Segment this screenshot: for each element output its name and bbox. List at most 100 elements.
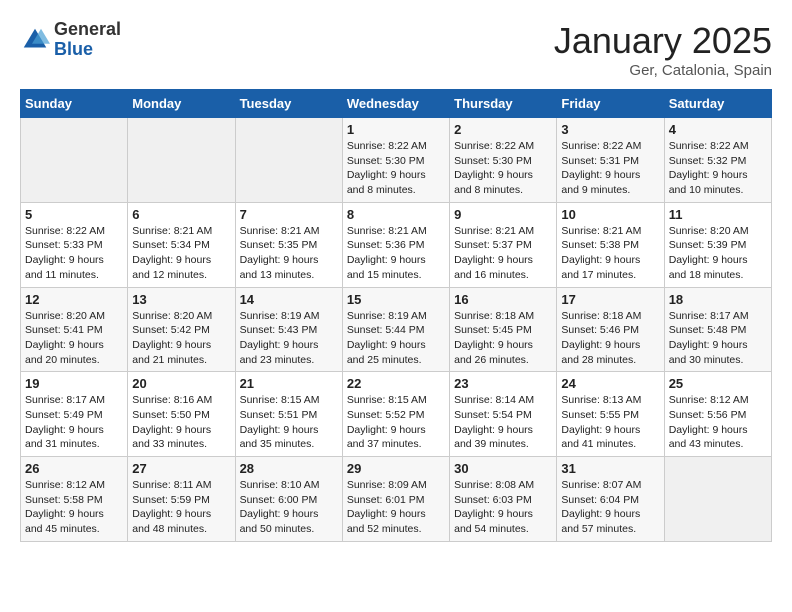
calendar-cell: 20 Sunrise: 8:16 AM Sunset: 5:50 PM Dayli… [128, 372, 235, 457]
day-number: 9 [454, 207, 552, 222]
calendar-cell: 18Sunrise: 8:17 AM Sunset: 5:48 PM Dayli… [664, 287, 771, 372]
day-info: Sunrise: 8:10 AM Sunset: 6:00 PM Dayligh… [240, 478, 338, 537]
day-info: Sunrise: 8:21 AM Sunset: 5:37 PM Dayligh… [454, 224, 552, 283]
calendar-table: SundayMondayTuesdayWednesdayThursdayFrid… [20, 89, 772, 542]
day-number: 12 [25, 292, 123, 307]
day-number: 21 [240, 376, 338, 391]
day-info: Sunrise: 8:16 AM Sunset: 5:50 PM Dayligh… [132, 393, 230, 452]
calendar-week-row: 19 Sunrise: 8:17 AM Sunset: 5:49 PM Dayli… [21, 372, 772, 457]
calendar-header-row: SundayMondayTuesdayWednesdayThursdayFrid… [21, 90, 772, 118]
day-number: 25 [669, 376, 767, 391]
calendar-cell: 9 Sunrise: 8:21 AM Sunset: 5:37 PM Daylig… [450, 202, 557, 287]
calendar-cell [128, 118, 235, 203]
calendar-cell: 2 Sunrise: 8:22 AM Sunset: 5:30 PM Daylig… [450, 118, 557, 203]
weekday-header: Wednesday [342, 90, 449, 118]
day-number: 14 [240, 292, 338, 307]
logo-general-text: General [54, 20, 121, 40]
calendar-cell: 4Sunrise: 8:22 AM Sunset: 5:32 PM Daylig… [664, 118, 771, 203]
calendar-cell: 6 Sunrise: 8:21 AM Sunset: 5:34 PM Daylig… [128, 202, 235, 287]
day-number: 17 [561, 292, 659, 307]
logo-blue-text: Blue [54, 40, 121, 60]
weekday-header: Monday [128, 90, 235, 118]
day-number: 27 [132, 461, 230, 476]
calendar-cell: 17 Sunrise: 8:18 AM Sunset: 5:46 PM Dayli… [557, 287, 664, 372]
calendar-cell: 11 Sunrise: 8:20 AM Sunset: 5:39 PM Dayli… [664, 202, 771, 287]
day-number: 30 [454, 461, 552, 476]
day-number: 3 [561, 122, 659, 137]
day-number: 28 [240, 461, 338, 476]
day-number: 6 [132, 207, 230, 222]
calendar-cell: 25 Sunrise: 8:12 AM Sunset: 5:56 PM Dayli… [664, 372, 771, 457]
day-number: 11 [669, 207, 767, 222]
calendar-cell: 10Sunrise: 8:21 AM Sunset: 5:38 PM Dayli… [557, 202, 664, 287]
day-info: Sunrise: 8:15 AM Sunset: 5:51 PM Dayligh… [240, 393, 338, 452]
day-number: 23 [454, 376, 552, 391]
day-info: Sunrise: 8:20 AM Sunset: 5:42 PM Dayligh… [132, 309, 230, 368]
day-info: Sunrise: 8:21 AM Sunset: 5:35 PM Dayligh… [240, 224, 338, 283]
calendar-cell: 26 Sunrise: 8:12 AM Sunset: 5:58 PM Dayli… [21, 457, 128, 542]
calendar-cell: 8Sunrise: 8:21 AM Sunset: 5:36 PM Daylig… [342, 202, 449, 287]
day-number: 2 [454, 122, 552, 137]
calendar-cell: 1Sunrise: 8:22 AM Sunset: 5:30 PM Daylig… [342, 118, 449, 203]
title-block: January 2025 Ger, Catalonia, Spain [554, 20, 772, 79]
calendar-cell: 12 Sunrise: 8:20 AM Sunset: 5:41 PM Dayli… [21, 287, 128, 372]
day-number: 7 [240, 207, 338, 222]
day-info: Sunrise: 8:19 AM Sunset: 5:43 PM Dayligh… [240, 309, 338, 368]
month-title: January 2025 [554, 20, 772, 62]
calendar-cell: 31 Sunrise: 8:07 AM Sunset: 6:04 PM Dayli… [557, 457, 664, 542]
weekday-header: Sunday [21, 90, 128, 118]
calendar-cell: 29Sunrise: 8:09 AM Sunset: 6:01 PM Dayli… [342, 457, 449, 542]
day-number: 16 [454, 292, 552, 307]
calendar-cell: 13 Sunrise: 8:20 AM Sunset: 5:42 PM Dayli… [128, 287, 235, 372]
day-info: Sunrise: 8:20 AM Sunset: 5:41 PM Dayligh… [25, 309, 123, 368]
calendar-cell: 15 Sunrise: 8:19 AM Sunset: 5:44 PM Dayli… [342, 287, 449, 372]
day-info: Sunrise: 8:21 AM Sunset: 5:34 PM Dayligh… [132, 224, 230, 283]
day-info: Sunrise: 8:11 AM Sunset: 5:59 PM Dayligh… [132, 478, 230, 537]
calendar-cell [664, 457, 771, 542]
calendar-cell: 30 Sunrise: 8:08 AM Sunset: 6:03 PM Dayli… [450, 457, 557, 542]
day-info: Sunrise: 8:17 AM Sunset: 5:49 PM Dayligh… [25, 393, 123, 452]
day-info: Sunrise: 8:22 AM Sunset: 5:30 PM Dayligh… [454, 139, 552, 198]
day-info: Sunrise: 8:12 AM Sunset: 5:56 PM Dayligh… [669, 393, 767, 452]
weekday-header: Friday [557, 90, 664, 118]
day-info: Sunrise: 8:22 AM Sunset: 5:32 PM Dayligh… [669, 139, 767, 198]
day-info: Sunrise: 8:22 AM Sunset: 5:33 PM Dayligh… [25, 224, 123, 283]
day-info: Sunrise: 8:14 AM Sunset: 5:54 PM Dayligh… [454, 393, 552, 452]
day-number: 18 [669, 292, 767, 307]
day-number: 10 [561, 207, 659, 222]
day-number: 26 [25, 461, 123, 476]
calendar-cell: 14 Sunrise: 8:19 AM Sunset: 5:43 PM Dayli… [235, 287, 342, 372]
weekday-header: Saturday [664, 90, 771, 118]
day-info: Sunrise: 8:09 AM Sunset: 6:01 PM Dayligh… [347, 478, 445, 537]
calendar-cell: 5Sunrise: 8:22 AM Sunset: 5:33 PM Daylig… [21, 202, 128, 287]
location: Ger, Catalonia, Spain [554, 62, 772, 79]
day-number: 20 [132, 376, 230, 391]
day-info: Sunrise: 8:22 AM Sunset: 5:31 PM Dayligh… [561, 139, 659, 198]
day-number: 24 [561, 376, 659, 391]
day-info: Sunrise: 8:12 AM Sunset: 5:58 PM Dayligh… [25, 478, 123, 537]
calendar-cell: 3 Sunrise: 8:22 AM Sunset: 5:31 PM Daylig… [557, 118, 664, 203]
day-number: 15 [347, 292, 445, 307]
calendar-cell: 19 Sunrise: 8:17 AM Sunset: 5:49 PM Dayli… [21, 372, 128, 457]
day-info: Sunrise: 8:18 AM Sunset: 5:46 PM Dayligh… [561, 309, 659, 368]
calendar-cell: 24Sunrise: 8:13 AM Sunset: 5:55 PM Dayli… [557, 372, 664, 457]
day-info: Sunrise: 8:21 AM Sunset: 5:36 PM Dayligh… [347, 224, 445, 283]
logo: General Blue [20, 20, 121, 60]
day-number: 31 [561, 461, 659, 476]
day-info: Sunrise: 8:15 AM Sunset: 5:52 PM Dayligh… [347, 393, 445, 452]
calendar-week-row: 1Sunrise: 8:22 AM Sunset: 5:30 PM Daylig… [21, 118, 772, 203]
calendar-cell: 23 Sunrise: 8:14 AM Sunset: 5:54 PM Dayli… [450, 372, 557, 457]
calendar-cell [235, 118, 342, 203]
calendar-week-row: 5Sunrise: 8:22 AM Sunset: 5:33 PM Daylig… [21, 202, 772, 287]
calendar-week-row: 26 Sunrise: 8:12 AM Sunset: 5:58 PM Dayli… [21, 457, 772, 542]
weekday-header: Thursday [450, 90, 557, 118]
day-info: Sunrise: 8:07 AM Sunset: 6:04 PM Dayligh… [561, 478, 659, 537]
day-info: Sunrise: 8:19 AM Sunset: 5:44 PM Dayligh… [347, 309, 445, 368]
weekday-header: Tuesday [235, 90, 342, 118]
day-info: Sunrise: 8:08 AM Sunset: 6:03 PM Dayligh… [454, 478, 552, 537]
day-info: Sunrise: 8:20 AM Sunset: 5:39 PM Dayligh… [669, 224, 767, 283]
day-number: 13 [132, 292, 230, 307]
day-info: Sunrise: 8:18 AM Sunset: 5:45 PM Dayligh… [454, 309, 552, 368]
page-header: General Blue January 2025 Ger, Catalonia… [20, 20, 772, 79]
day-number: 19 [25, 376, 123, 391]
